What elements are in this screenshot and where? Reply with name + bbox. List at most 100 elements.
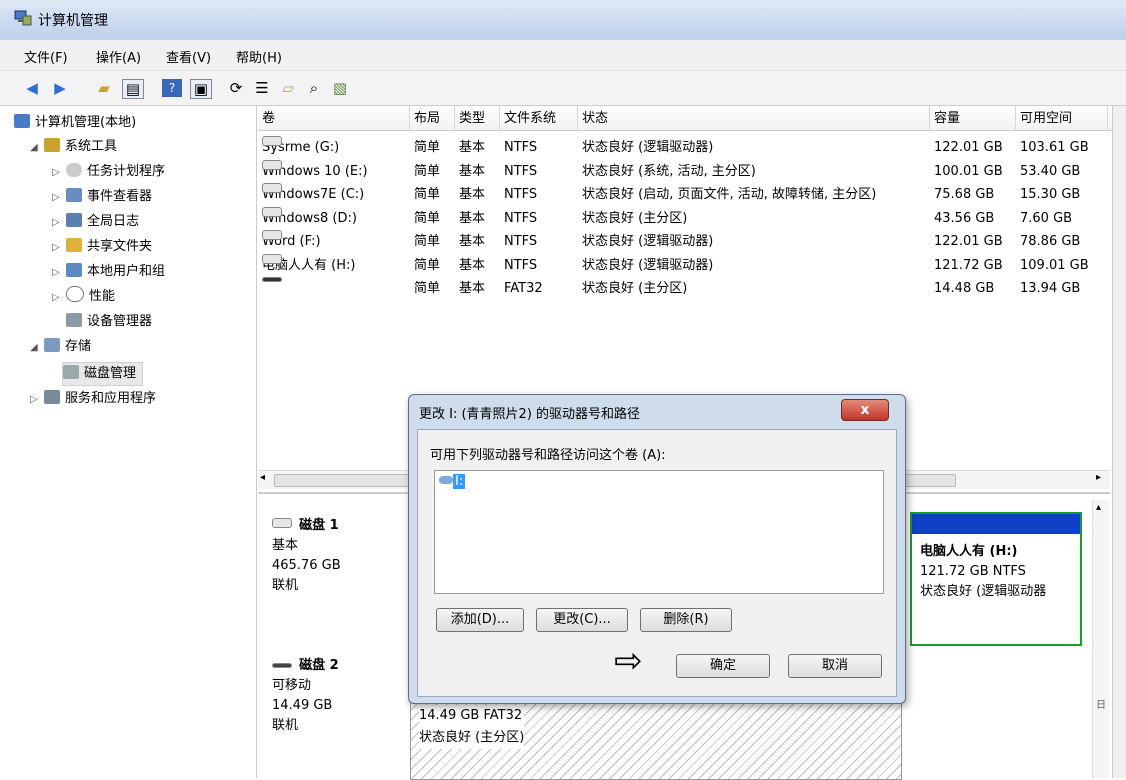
cell-type: 基本 [459, 187, 486, 202]
add-button[interactable]: 添加(D)... [436, 608, 524, 632]
cell-type: 基本 [459, 210, 486, 226]
tree-services-apps[interactable]: ▷ 服务和应用程序 [30, 388, 156, 410]
tree-item-performance[interactable]: ▷ 性能 [52, 286, 115, 308]
up-folder-icon[interactable]: ▰ [94, 79, 114, 97]
remove-button[interactable]: 删除(R) [640, 608, 732, 632]
partition-h-status: 状态良好 (逻辑驱动器 [920, 584, 1047, 599]
table-row[interactable]: Word (F:) 简单 基本 NTFS 状态良好 (逻辑驱动器) 122.01 GB 78… [258, 230, 1120, 253]
cell-free: 7.60 GB [1020, 210, 1073, 226]
performance-icon [66, 286, 84, 302]
title-bar: 计算机管理 [0, 0, 1126, 41]
disk1-info[interactable]: 磁盘 1 基本 465.76 GB 联机 [272, 516, 341, 596]
tree-item-disk-management[interactable]: 磁盘管理 [62, 362, 144, 386]
table-row[interactable]: Windows 10 (E:) 简单 基本 NTFS 状态良好 (系统, 活动, 主分区… [258, 159, 1120, 183]
scroll-left-icon[interactable]: ◂ [260, 472, 265, 483]
cell-status: 状态良好 (逻辑驱动器) [582, 257, 714, 273]
partition-fat-size: 14.49 GB FAT32 [419, 708, 523, 723]
refresh-icon[interactable]: ⟳ [226, 79, 246, 97]
drive-path-list[interactable]: I: [434, 470, 884, 594]
cell-type: 基本 [459, 163, 486, 179]
menu-action[interactable]: 操作(A) [96, 47, 141, 66]
change-button[interactable]: 更改(C)... [536, 608, 628, 632]
cell-cap: 43.56 GB [934, 210, 995, 226]
volume-icon [262, 253, 282, 264]
menu-bar: 文件(F) 操作(A) 查看(V) 帮助(H) [0, 40, 1126, 71]
properties-icon[interactable]: ☰ [252, 79, 272, 97]
tree-item-task-scheduler[interactable]: ▷ 任务计划程序 [52, 161, 165, 183]
vertical-scrollbar[interactable]: ▴ 日 [1092, 500, 1109, 778]
cell-status: 状态良好 (逻辑驱动器) [582, 234, 714, 249]
tree-item-shared-folders[interactable]: ▷ 共享文件夹 [52, 236, 152, 258]
menu-file[interactable]: 文件(F) [24, 47, 68, 66]
tree-item-device-manager[interactable]: 设备管理器 [66, 311, 152, 333]
collapsed-arrow-icon[interactable]: ▷ [52, 237, 66, 259]
collapsed-arrow-icon[interactable]: ▷ [52, 262, 66, 284]
partition-fat32[interactable]: 14.49 GB FAT32 状态良好 (主分区) [410, 700, 902, 780]
console-tree-icon[interactable]: ▤ [122, 79, 144, 99]
back-arrow-icon[interactable]: ◀ [22, 79, 42, 97]
expanded-arrow-icon[interactable]: ◢ [30, 137, 44, 159]
collapsed-arrow-icon[interactable]: ▷ [52, 212, 66, 234]
partition-h[interactable]: 电脑人人有 (H:) 121.72 GB NTFS 状态良好 (逻辑驱动器 [910, 512, 1082, 646]
collapsed-arrow-icon[interactable]: ▷ [52, 162, 66, 184]
cell-cap: 122.01 GB [934, 140, 1003, 155]
cell-name: 电脑人人有 (H:) [262, 253, 355, 277]
storage-icon [44, 338, 60, 352]
table-row[interactable]: Windows7E (C:) 简单 基本 NTFS 状态良好 (启动, 页面文件, 活动… [258, 183, 1120, 206]
log-icon [66, 213, 82, 227]
col-capacity[interactable]: 容量 [930, 106, 1016, 130]
search-icon[interactable]: ⌕ [304, 79, 324, 97]
scroll-right-icon[interactable]: ▸ [1096, 472, 1101, 483]
actions-pane [1112, 106, 1126, 778]
cell-free: 15.30 GB [1020, 187, 1081, 202]
close-button[interactable]: x [841, 399, 889, 421]
forward-arrow-icon[interactable]: ▶ [50, 79, 70, 97]
expanded-arrow-icon[interactable]: ◢ [30, 337, 44, 359]
ok-button[interactable]: 确定 [676, 654, 770, 678]
tree-item-event-viewer[interactable]: ▷ 事件查看器 [52, 186, 152, 208]
disk2-info[interactable]: 磁盘 2 可移动 14.49 GB 联机 [272, 656, 339, 736]
volume-icon [262, 277, 282, 282]
tree-root[interactable]: 计算机管理(本地) [14, 112, 136, 134]
users-icon [66, 263, 82, 277]
collapsed-arrow-icon[interactable]: ▷ [52, 187, 66, 209]
cell-status: 状态良好 (启动, 页面文件, 活动, 故障转储, 主分区) [582, 187, 877, 202]
table-row[interactable]: 电脑人人有 (H:) 简单 基本 NTFS 状态良好 (逻辑驱动器) 121.72 GB 1… [258, 253, 1120, 277]
collapsed-arrow-icon[interactable]: ▷ [30, 389, 44, 411]
tree-system-tools[interactable]: ◢ 系统工具 [30, 136, 117, 158]
disk-icon [272, 518, 292, 528]
tree-storage[interactable]: ◢ 存储 [30, 336, 91, 358]
cell-layout: 简单 [414, 234, 441, 249]
drive-path-list-item[interactable]: I: [439, 474, 466, 489]
col-free-space[interactable]: 可用空间 [1016, 106, 1108, 130]
tree-item-global-log[interactable]: ▷ 全局日志 [52, 211, 139, 233]
cell-status: 状态良好 (系统, 活动, 主分区) [582, 163, 756, 179]
export-icon[interactable]: ▧ [330, 79, 350, 97]
table-row[interactable]: Sysrme (G:) 简单 基本 NTFS 状态良好 (逻辑驱动器) 122.01 GB… [258, 136, 1120, 159]
cell-layout: 简单 [414, 187, 441, 202]
menu-help[interactable]: 帮助(H) [236, 47, 282, 66]
tree-item-local-users[interactable]: ▷ 本地用户和组 [52, 261, 165, 283]
col-volume[interactable]: 卷 [258, 106, 410, 130]
col-type[interactable]: 类型 [455, 106, 500, 130]
scroll-up-icon[interactable]: ▴ [1096, 502, 1101, 513]
cancel-button[interactable]: 取消 [788, 654, 882, 678]
help-icon[interactable]: ? [162, 79, 182, 97]
open-icon[interactable]: ▱ [278, 79, 298, 97]
cell-type: 基本 [459, 140, 486, 155]
cell-name: Word (F:) [262, 230, 321, 253]
col-layout[interactable]: 布局 [410, 106, 455, 130]
col-filesystem[interactable]: 文件系统 [500, 106, 578, 130]
partition-h-name: 电脑人人有 (H:) [920, 544, 1018, 559]
collapsed-arrow-icon[interactable]: ▷ [52, 287, 66, 309]
cell-layout: 简单 [414, 140, 441, 155]
menu-view[interactable]: 查看(V) [166, 47, 211, 66]
tools-icon [44, 138, 60, 152]
show-hide-icon[interactable]: ▣ [190, 79, 212, 99]
volume-icon [262, 159, 282, 170]
cell-cap: 100.01 GB [934, 163, 1003, 179]
partition-bar [912, 514, 1080, 534]
table-row[interactable]: Windows8 (D:) 简单 基本 NTFS 状态良好 (主分区) 43.56 GB 7… [258, 206, 1120, 230]
col-status[interactable]: 状态 [578, 106, 930, 130]
table-row[interactable]: 简单 基本 FAT32 状态良好 (主分区) 14.48 GB 13.94 GB [258, 277, 1120, 300]
